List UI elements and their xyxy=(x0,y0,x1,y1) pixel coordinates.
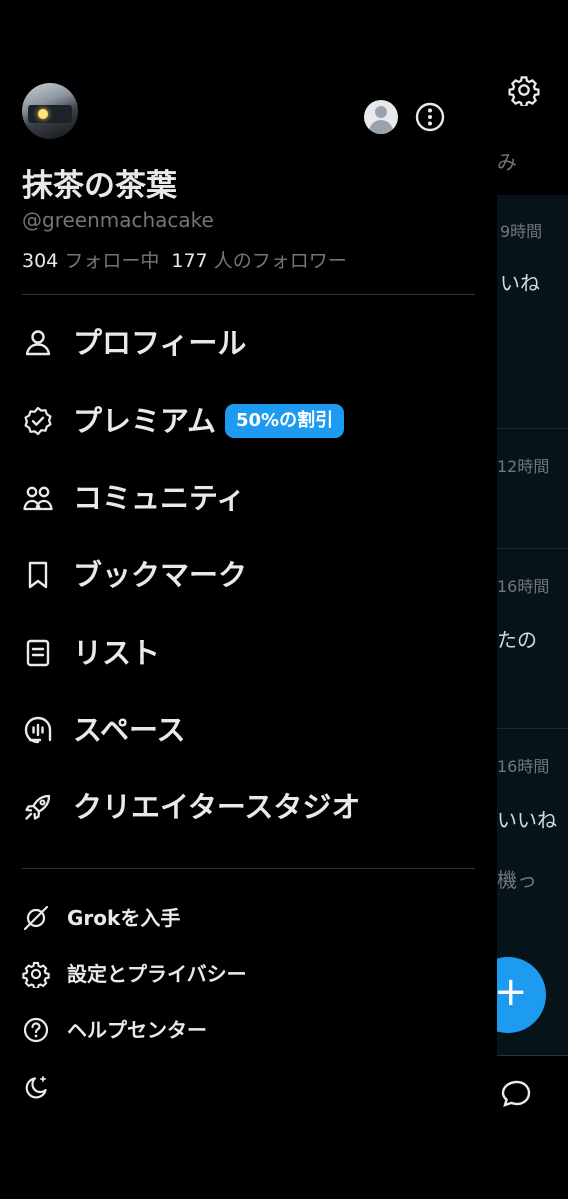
following-label[interactable]: フォロー中 xyxy=(64,250,159,272)
menu-item-label: スペース xyxy=(73,713,186,747)
menu-item-lists[interactable]: リスト xyxy=(0,623,497,683)
divider xyxy=(497,428,568,429)
gear-icon[interactable] xyxy=(508,74,540,106)
menu-item-premium[interactable]: プレミアム 50%の割引 xyxy=(0,391,497,451)
avatar[interactable] xyxy=(22,83,78,139)
following-count[interactable]: 304 xyxy=(22,250,58,272)
followers-label[interactable]: 人のフォロワー xyxy=(214,250,347,272)
gear-icon xyxy=(22,961,50,988)
menu-item-label: プレミアム xyxy=(73,404,216,438)
lists-icon xyxy=(26,639,50,667)
avatar-image xyxy=(28,105,72,123)
communities-icon xyxy=(23,486,53,511)
tweet-time: 9時間 xyxy=(500,222,543,241)
divider xyxy=(497,728,568,729)
menu-item-bookmarks[interactable]: ブックマーク xyxy=(0,545,497,605)
bookmark-icon xyxy=(28,561,48,589)
more-options-icon[interactable] xyxy=(414,101,446,133)
tweet-time: 16時間 xyxy=(497,577,550,596)
tweet-text: たの xyxy=(497,628,537,652)
menu-item-profile[interactable]: プロフィール xyxy=(0,313,497,373)
menu-item-label: ブックマーク xyxy=(73,558,248,592)
help-icon xyxy=(23,1017,49,1043)
default-avatar-head xyxy=(375,106,387,118)
menu-item-help-center[interactable]: ヘルプセンター xyxy=(0,1008,497,1052)
follow-stats: 304 フォロー中 177 人のフォロワー xyxy=(22,246,347,273)
discount-badge: 50%の割引 xyxy=(225,404,345,438)
menu-item-creator-studio[interactable]: クリエイタースタジオ xyxy=(0,777,497,837)
followers-count[interactable]: 177 xyxy=(171,250,207,272)
username-handle: @greenmachacake xyxy=(22,208,214,232)
default-avatar-body xyxy=(369,120,393,134)
spaces-icon xyxy=(24,716,52,744)
menu-item-grok[interactable]: Grokを入手 xyxy=(0,896,497,940)
menu-item-label: Grokを入手 xyxy=(67,906,181,930)
grok-icon xyxy=(23,905,49,931)
menu-item-settings[interactable]: 設定とプライバシー xyxy=(0,952,497,996)
menu-item-label: ヘルプセンター xyxy=(67,1018,207,1042)
display-name[interactable]: 抹茶の茶葉 xyxy=(22,160,177,205)
rocket-icon xyxy=(25,794,51,820)
tweet-text: いいね xyxy=(497,808,557,832)
menu-item-label: プロフィール xyxy=(73,326,247,360)
tweet-text: 機っ xyxy=(497,868,537,892)
theme-toggle[interactable] xyxy=(0,1066,497,1110)
menu-item-label: 設定とプライバシー xyxy=(67,962,247,986)
verified-badge-icon xyxy=(24,406,52,436)
menu-item-label: クリエイタースタジオ xyxy=(73,790,361,824)
navigation-drawer: 抹茶の茶葉 @greenmachacake 304 フォロー中 177 人のフォ… xyxy=(0,0,497,1199)
chat-icon[interactable] xyxy=(497,1078,533,1110)
account-switcher-avatar[interactable] xyxy=(364,100,398,134)
divider xyxy=(22,294,475,295)
tweet-text: いね xyxy=(500,271,540,295)
divider xyxy=(22,868,475,869)
tweet-time: 12時間 xyxy=(497,457,550,476)
tweet-time: 16時間 xyxy=(497,757,550,776)
divider xyxy=(497,548,568,549)
person-icon xyxy=(25,330,51,356)
menu-item-label: コミュニティ xyxy=(73,481,246,515)
avatar-light xyxy=(38,109,48,119)
menu-item-spaces[interactable]: スペース xyxy=(0,700,497,760)
tab-fragment[interactable]: み xyxy=(497,146,517,175)
menu-item-label: リスト xyxy=(73,636,161,670)
moon-icon xyxy=(25,1076,47,1099)
plus-icon: + xyxy=(494,969,528,1015)
menu-item-communities[interactable]: コミュニティ xyxy=(0,468,497,528)
